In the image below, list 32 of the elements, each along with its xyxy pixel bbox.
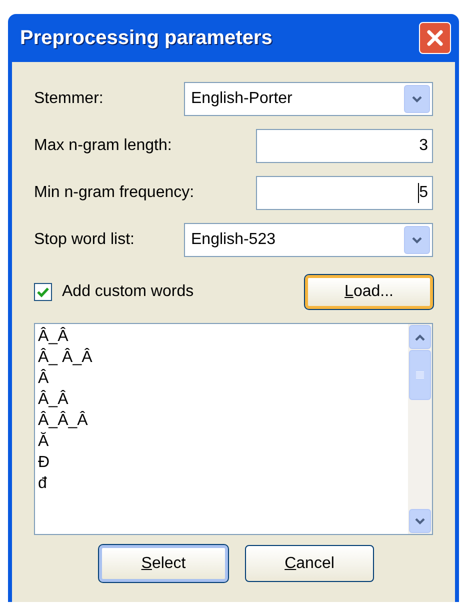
- grip-icon: [416, 371, 424, 379]
- list-item[interactable]: Â_ Â_Â: [38, 347, 92, 368]
- window-title: Preprocessing parameters: [20, 26, 272, 51]
- dropdown-arrow-button[interactable]: [404, 226, 430, 254]
- field-label: Min n-gram frequency:: [34, 183, 194, 203]
- list-item[interactable]: Ă: [38, 431, 49, 452]
- checkbox-label: Add custom words: [62, 282, 194, 302]
- list-item[interactable]: đ: [38, 473, 47, 494]
- input-field[interactable]: 5: [256, 176, 433, 210]
- load-button[interactable]: Load...: [305, 275, 433, 309]
- word-list[interactable]: Â_Â Â_ Â_Â Â Â_Â Â_Â_Â Ă Đ đ: [34, 323, 433, 535]
- list-item[interactable]: Â: [38, 368, 49, 389]
- field-label: Stop word list:: [34, 230, 134, 250]
- field-label: Max n-gram length:: [34, 136, 172, 156]
- scroll-down-button[interactable]: [409, 509, 431, 533]
- dropdown[interactable]: English-Porter: [184, 82, 433, 116]
- list-item[interactable]: Đ: [38, 452, 50, 473]
- scroll-up-button[interactable]: [409, 325, 431, 349]
- scrollbar[interactable]: [408, 324, 432, 534]
- field-label: Stemmer:: [34, 89, 104, 109]
- list-item[interactable]: Â_Â_Â: [38, 410, 88, 431]
- input-field[interactable]: 3: [256, 129, 433, 163]
- close-button[interactable]: [419, 22, 451, 54]
- dialog-button[interactable]: Select: [99, 545, 228, 582]
- close-icon: [426, 29, 444, 47]
- dropdown[interactable]: English-523: [184, 223, 433, 257]
- list-item[interactable]: Â_Â: [38, 326, 68, 347]
- checkbox[interactable]: [34, 283, 52, 301]
- list-item[interactable]: Â_Â: [38, 389, 68, 410]
- dialog-button[interactable]: Cancel: [245, 545, 374, 582]
- dropdown-arrow-button[interactable]: [404, 85, 430, 113]
- scroll-thumb[interactable]: [409, 350, 431, 400]
